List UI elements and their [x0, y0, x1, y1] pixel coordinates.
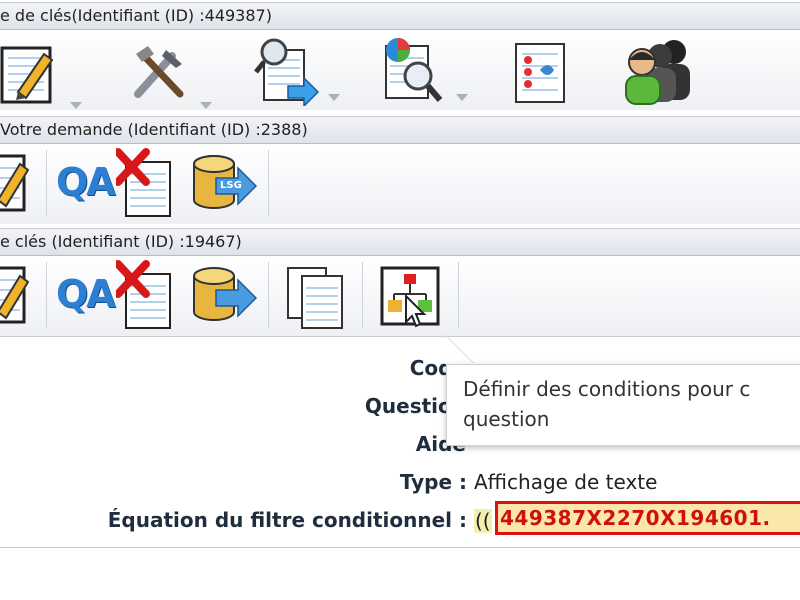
survey-title-bar: e de clés(Identifiant (ID) :449387): [0, 2, 800, 30]
conditions-tooltip: Définir des conditions pour c question: [446, 364, 800, 446]
group-qa-button[interactable]: QA: [56, 156, 116, 212]
tooltip-line-2: question: [463, 407, 550, 431]
statistics-button[interactable]: [382, 36, 474, 106]
copy-question-button[interactable]: [284, 264, 350, 330]
conditions-icon: [380, 266, 440, 328]
qa-icon: QA: [56, 160, 116, 204]
lsg-label: LSG: [220, 180, 242, 191]
tools-button[interactable]: [128, 44, 218, 109]
group-toolbar: QA LSG: [0, 144, 800, 224]
delete-group-button[interactable]: [114, 148, 176, 218]
hammer-wrench-icon: [134, 46, 184, 98]
pencil-doc-icon: [0, 154, 30, 212]
numbered-list-icon: [515, 43, 565, 103]
edit-survey-button[interactable]: [0, 44, 90, 109]
participants-button[interactable]: [622, 36, 698, 106]
copy-doc-icon: [287, 267, 343, 329]
question-toolbar: QA: [0, 256, 800, 336]
survey-toolbar: [0, 30, 800, 110]
delete-question-button[interactable]: [114, 260, 176, 330]
survey-title: e de clés(Identifiant (ID) :449387): [0, 6, 272, 25]
type-value: Affichage de texte: [474, 470, 658, 494]
group-title-bar: Votre demande (Identifiant (ID) :2388): [0, 116, 800, 144]
export-group-lsg-button[interactable]: LSG: [190, 154, 260, 214]
survey-list-button[interactable]: [512, 42, 572, 106]
export-question-lsq-button[interactable]: [190, 266, 260, 326]
users-group-icon: [625, 40, 690, 105]
qa-icon: QA: [56, 272, 116, 316]
edit-group-button[interactable]: [0, 150, 34, 214]
delete-doc-icon: [114, 260, 171, 329]
tooltip-pointer: [446, 336, 474, 364]
tooltip-line-1: Définir des conditions pour c: [463, 377, 751, 401]
question-title: e clés (Identifiant (ID) :19467): [0, 232, 242, 251]
set-conditions-button[interactable]: [380, 266, 444, 328]
magnifier-arrow-icon: [254, 38, 320, 106]
delete-doc-icon: [114, 148, 171, 217]
equation-open-parens: ((: [474, 509, 492, 533]
equation-label: Équation du filtre conditionnel :: [107, 508, 467, 532]
equation-value: 449387X2270X194601.: [500, 506, 771, 530]
pencil-doc-icon: [0, 46, 54, 104]
question-qa-button[interactable]: QA: [56, 268, 116, 324]
database-export-icon: [193, 267, 258, 321]
export-search-button[interactable]: [254, 36, 344, 106]
group-title: Votre demande (Identifiant (ID) :2388): [0, 120, 308, 139]
question-title-bar: e clés (Identifiant (ID) :19467): [0, 228, 800, 256]
edit-question-button[interactable]: [0, 262, 34, 326]
pencil-doc-icon: [0, 266, 30, 324]
chart-magnifier-icon: [385, 38, 443, 102]
type-label: Type :: [399, 470, 467, 494]
